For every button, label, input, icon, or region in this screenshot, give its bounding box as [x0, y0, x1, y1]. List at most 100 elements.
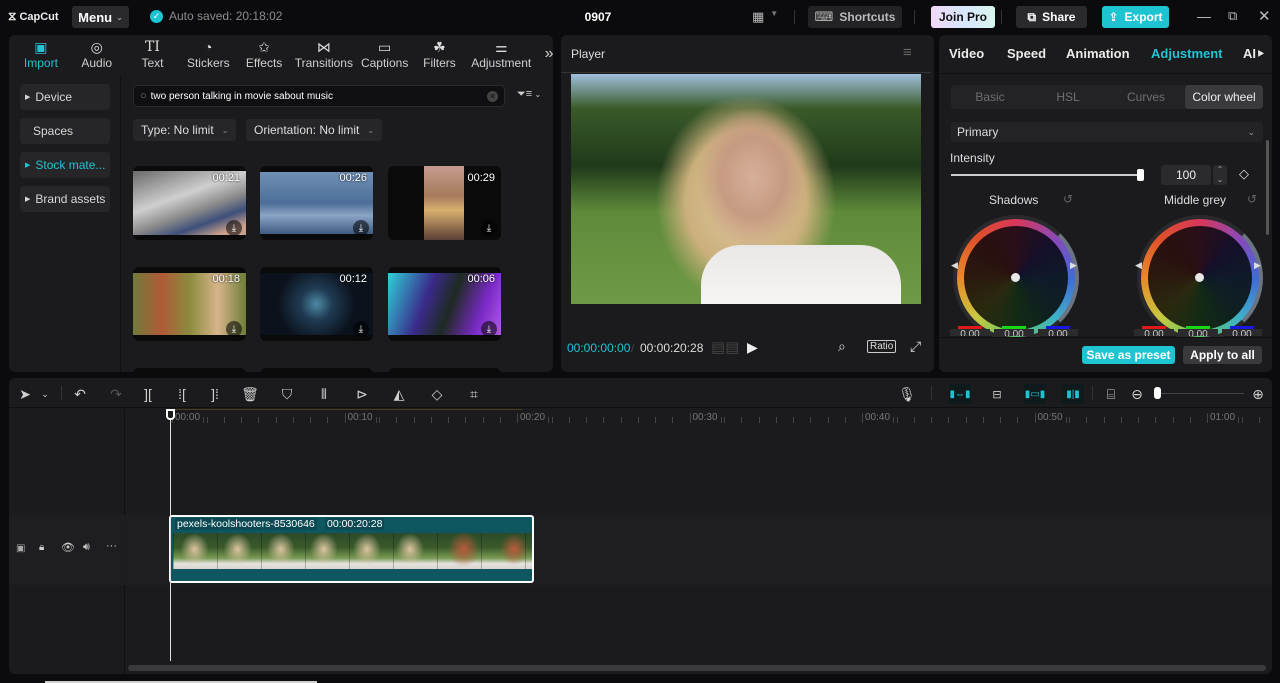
share-button[interactable]: ⧉ Share [1016, 6, 1087, 28]
intensity-value-input[interactable]: 100 [1161, 165, 1211, 185]
inspector-scrollbar[interactable] [1266, 140, 1269, 235]
minimize-button[interactable]: — [1197, 8, 1211, 24]
zoom-to-fit-button[interactable]: ⌸ [1101, 384, 1121, 404]
stock-thumbnail[interactable] [260, 368, 373, 372]
volume-icon[interactable]: 🔊︎ [83, 541, 90, 554]
layout-button[interactable]: ▦ ▼ [752, 9, 778, 25]
playhead-handle[interactable] [166, 409, 175, 420]
subtab-basic[interactable]: Basic [951, 85, 1029, 109]
orientation-filter-dropdown[interactable]: Orientation: No limit ⌄ [246, 119, 383, 141]
download-icon[interactable]: ⤓ [353, 220, 369, 236]
project-title[interactable]: 0907 [560, 10, 636, 24]
play-button[interactable]: ▶ [747, 339, 758, 356]
subtab-color-wheel[interactable]: Color wheel [1185, 85, 1263, 109]
undo-button[interactable]: ↶ [70, 384, 90, 404]
more-tabs-button[interactable]: » [537, 35, 553, 75]
video-clip[interactable]: pexels-koolshooters-8530646 00:00:20:28 [169, 515, 534, 583]
arrow-left-icon[interactable]: ◀ [951, 260, 958, 271]
tab-speed[interactable]: Speed [1007, 35, 1046, 61]
sort-filter-button[interactable]: ⏷≡ ⌄ [517, 88, 541, 101]
close-button[interactable]: ✕ [1258, 7, 1271, 25]
arrow-right-icon[interactable]: ▶ [1070, 260, 1077, 271]
middle-grey-color-wheel[interactable] [1141, 219, 1259, 337]
shadows-color-wheel[interactable] [957, 219, 1075, 337]
tab-stickers[interactable]: ◔ Stickers [180, 35, 236, 75]
arrow-left-icon[interactable]: ◀ [1135, 260, 1142, 271]
split-right-button[interactable]: ]⁞ [205, 384, 225, 404]
main-track-magnet-button[interactable]: ▮⇔▮ [949, 384, 971, 404]
tab-filters[interactable]: ☘ Filters [414, 35, 466, 75]
split-button[interactable]: ][ [138, 384, 158, 404]
stock-thumbnail[interactable] [388, 368, 501, 372]
zoom-out-button[interactable]: ⊖ [1127, 384, 1147, 404]
slider-handle[interactable] [1137, 169, 1144, 181]
menu-button[interactable]: Menu ⌄ [72, 6, 129, 28]
stock-thumbnail[interactable] [133, 368, 246, 372]
reset-shadows-icon[interactable]: ↺ [1063, 192, 1073, 206]
select-tool-button[interactable]: ➤ [15, 384, 35, 404]
download-icon[interactable]: ⤓ [226, 321, 242, 337]
shadows-green-value[interactable]: 0.00 [994, 326, 1034, 336]
export-button[interactable]: ⇪ Export [1102, 6, 1169, 28]
delete-button[interactable]: 🗑︎ [240, 384, 260, 404]
track-preview-icon[interactable]: ▣ [16, 543, 25, 554]
mode-dropdown[interactable]: Primary ⌄ [951, 122, 1263, 142]
apply-to-all-button[interactable]: Apply to all [1183, 346, 1262, 364]
tab-adjustment[interactable]: ⚌ Adjustment [465, 35, 537, 75]
wheel-center-handle[interactable] [1195, 273, 1204, 282]
tab-ai[interactable]: AI⯈ [1243, 35, 1265, 62]
arrow-right-icon[interactable]: ▶ [1254, 260, 1261, 271]
middle-grey-red-value[interactable]: 0.00 [1134, 326, 1174, 336]
stock-thumbnail[interactable]: 00:06 ⤓ [388, 267, 501, 341]
zoom-in-button[interactable]: ⊕ [1248, 384, 1268, 404]
tab-video[interactable]: Video [949, 35, 984, 61]
stock-thumbnail[interactable]: 00:18 ⤓ [133, 267, 246, 341]
more-options-icon[interactable]: ··· [106, 540, 117, 552]
slider-handle[interactable] [1154, 387, 1161, 399]
tab-import[interactable]: ▣ Import [13, 35, 69, 75]
stock-thumbnail[interactable]: 00:21 ⤓ [133, 166, 246, 240]
stock-search-input[interactable]: ○ two person talking in movie sabout mus… [133, 85, 505, 107]
tab-transitions[interactable]: ⋈ Transitions [292, 35, 356, 75]
mirror-button[interactable]: ◭ [389, 384, 409, 404]
shadows-red-value[interactable]: 0.00 [950, 326, 990, 336]
tab-audio[interactable]: ◎ Audio [69, 35, 125, 75]
preview-axis-button[interactable]: ▮|▮ [1062, 384, 1084, 404]
eye-icon[interactable]: 👁︎ [61, 541, 75, 554]
middle-grey-blue-value[interactable]: 0.00 [1222, 326, 1262, 336]
rotate-button[interactable]: ◇ [427, 384, 447, 404]
player-menu-icon[interactable]: ≡ [903, 44, 912, 61]
playhead[interactable] [170, 409, 171, 661]
record-audio-button[interactable]: 🎙︎ [897, 384, 917, 404]
save-as-preset-button[interactable]: Save as preset [1082, 346, 1175, 364]
clear-search-icon[interactable]: ✕ [487, 90, 498, 102]
middle-grey-green-value[interactable]: 0.00 [1178, 326, 1218, 336]
download-icon[interactable]: ⤓ [353, 321, 369, 337]
subtab-hsl[interactable]: HSL [1029, 85, 1107, 109]
auto-snap-button[interactable]: ⊟ [987, 384, 1007, 404]
join-pro-button[interactable]: Join Pro [931, 6, 995, 28]
download-icon[interactable]: ⤓ [481, 321, 497, 337]
timeline-ruler[interactable]: 00:00 00:10 00:20 00:30 00:40 00:50 01:00 [125, 409, 1272, 427]
sidebar-item-stock-material[interactable]: ▶ Stock mate... [20, 152, 110, 178]
stock-thumbnail[interactable]: 00:12 ⤓ [260, 267, 373, 341]
download-icon[interactable]: ⤓ [481, 220, 497, 236]
chevron-down-icon[interactable]: ⌄ [35, 384, 55, 404]
tab-adjustment[interactable]: Adjustment [1151, 35, 1223, 61]
sidebar-item-device[interactable]: ▶ Device [20, 84, 110, 110]
wheel-center-handle[interactable] [1011, 273, 1020, 282]
tab-text[interactable]: TI Text [125, 35, 181, 75]
maximize-button[interactable]: ⧉ [1228, 8, 1237, 24]
reset-middle-grey-icon[interactable]: ↺ [1247, 192, 1257, 206]
sidebar-item-brand-assets[interactable]: ▶ Brand assets [20, 186, 110, 212]
keyframe-icon[interactable]: ◇ [1239, 166, 1249, 182]
reverse-button[interactable]: ⊳ [352, 384, 372, 404]
waveform-icon[interactable]: ▤▤ [711, 338, 739, 356]
intensity-stepper[interactable]: ⌃ ⌄ [1213, 165, 1227, 185]
ratio-button[interactable]: Ratio [867, 340, 897, 353]
link-button[interactable]: ▮▭▮ [1024, 384, 1046, 404]
fullscreen-icon[interactable]: ⤢ [910, 338, 921, 355]
shortcuts-button[interactable]: ⌨ Shortcuts [808, 6, 902, 28]
lock-icon[interactable]: 🔒︎ [39, 542, 44, 553]
shadows-blue-value[interactable]: 0.00 [1038, 326, 1078, 336]
